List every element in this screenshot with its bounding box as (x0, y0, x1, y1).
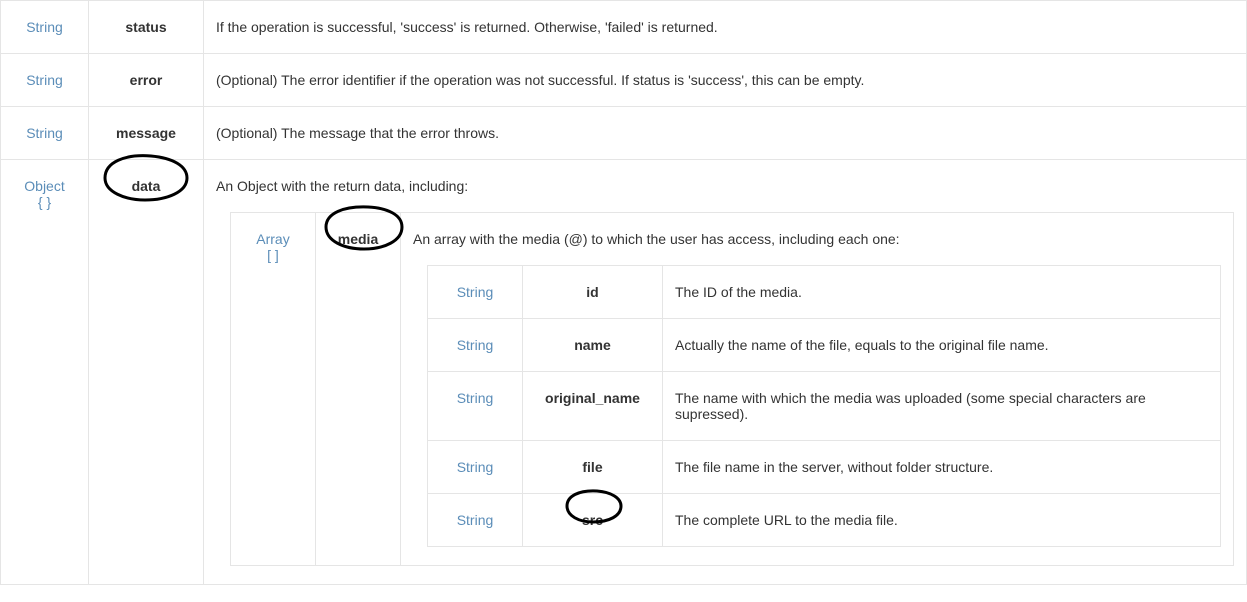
inner-table-media-fields: String id The ID of the media. String na… (427, 265, 1221, 547)
table-row: String status If the operation is succes… (1, 1, 1247, 54)
type-label: String (457, 284, 494, 300)
field-name-data: data (132, 178, 161, 194)
type-label: String (457, 459, 494, 475)
table-row: String file The file name in the server,… (428, 441, 1221, 494)
table-row: String src (428, 494, 1221, 547)
table-row: String name Actually the name of the fil… (428, 319, 1221, 372)
type-label: String (457, 337, 494, 353)
api-response-table: String status If the operation is succes… (0, 0, 1247, 585)
type-sub: [ ] (267, 247, 279, 263)
table-row-data: Object { } data An Object with the retur… (1, 160, 1247, 585)
field-name: file (582, 459, 602, 475)
field-desc: (Optional) The error identifier if the o… (216, 72, 864, 88)
field-desc: If the operation is successful, 'success… (216, 19, 718, 35)
table-row: String message (Optional) The message th… (1, 107, 1247, 160)
type-label: String (457, 512, 494, 528)
field-desc: The file name in the server, without fol… (675, 459, 993, 475)
type-label: Array (256, 231, 289, 247)
table-row-media: Array [ ] media An (231, 213, 1234, 566)
field-desc: (Optional) The message that the error th… (216, 125, 499, 141)
field-desc: The ID of the media. (675, 284, 802, 300)
table-row: String error (Optional) The error identi… (1, 54, 1247, 107)
nested-table-media: Array [ ] media An (230, 212, 1234, 566)
type-label: String (457, 390, 494, 406)
type-label: String (26, 72, 63, 88)
field-name: error (130, 72, 163, 88)
field-name: id (586, 284, 598, 300)
field-name: message (116, 125, 176, 141)
field-name-media: media (338, 231, 378, 247)
type-label: String (26, 19, 63, 35)
field-name: name (574, 337, 611, 353)
field-desc: An array with the media (@) to which the… (413, 231, 1221, 247)
type-sub: { } (38, 194, 51, 210)
table-row: String original_name The name with which… (428, 372, 1221, 441)
table-row: String id The ID of the media. (428, 266, 1221, 319)
type-label: String (26, 125, 63, 141)
field-name: original_name (545, 390, 640, 406)
type-label: Object (24, 178, 64, 194)
field-desc: Actually the name of the file, equals to… (675, 337, 1049, 353)
field-name: status (125, 19, 166, 35)
field-desc: An Object with the return data, includin… (216, 178, 1234, 194)
field-name-src: src (582, 512, 603, 528)
field-desc: The name with which the media was upload… (675, 390, 1146, 422)
field-desc: The complete URL to the media file. (675, 512, 898, 528)
